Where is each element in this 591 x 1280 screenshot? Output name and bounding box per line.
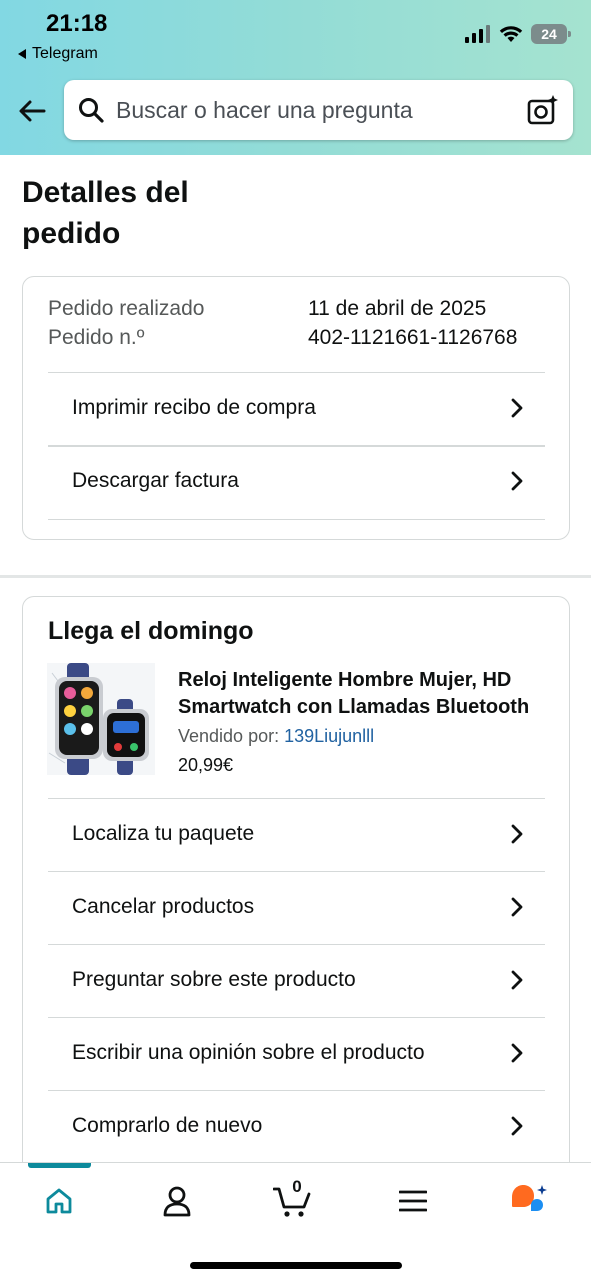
nav-home[interactable] (39, 1181, 79, 1221)
print-receipt-label: Imprimir recibo de compra (72, 396, 316, 419)
order-info-card: Pedido realizado 11 de abril de 2025 Ped… (22, 276, 570, 540)
product-title-link[interactable]: Reloj Inteligente Hombre Mujer, HD Smart… (178, 667, 548, 721)
ask-product-question-label: Preguntar sobre este producto (72, 968, 356, 991)
divider (48, 519, 545, 520)
search-input[interactable]: Buscar o hacer una pregunta (64, 80, 573, 140)
nav-menu[interactable] (393, 1181, 433, 1221)
menu-icon (399, 1190, 427, 1212)
chevron-right-icon (511, 897, 523, 917)
nav-rufus[interactable] (509, 1181, 549, 1221)
nav-cart[interactable]: 0 (273, 1177, 313, 1221)
nav-account[interactable] (157, 1181, 197, 1221)
search-icon (79, 98, 104, 123)
wifi-icon (499, 26, 523, 42)
product-title-line2: Smartwatch con Llamadas Bluetooth (178, 696, 530, 718)
order-placed-value: 11 de abril de 2025 (308, 297, 487, 320)
download-invoice-link[interactable]: Descargar factura (48, 445, 545, 517)
cart-count: 0 (292, 1177, 302, 1196)
product-image[interactable] (47, 663, 155, 775)
rufus-ai-icon (512, 1185, 547, 1211)
search-placeholder: Buscar o hacer una pregunta (116, 96, 413, 123)
camera-search-icon[interactable] (527, 94, 559, 126)
buy-again-label: Comprarlo de nuevo (72, 1114, 263, 1137)
back-arrow-icon[interactable] (16, 95, 48, 127)
chevron-right-icon (511, 824, 523, 844)
order-number-value: 402-1121661-1126768 (308, 326, 518, 349)
header: 21:18 Telegram 24 Buscar o hacer una pre… (0, 0, 591, 155)
shipment-card: Llega el domingo Reloj Inteligente Hombr… (22, 596, 570, 1196)
cancel-items-link[interactable]: Cancelar productos (48, 871, 545, 943)
back-to-app-link[interactable]: Telegram (18, 45, 98, 63)
product-title-line1: Reloj Inteligente Hombre Mujer, HD (178, 669, 512, 691)
status-icons: 24 (465, 24, 571, 44)
battery-indicator: 24 (531, 24, 571, 44)
section-separator (0, 575, 591, 578)
product-price: 20,99€ (178, 755, 234, 775)
account-icon (163, 1186, 191, 1217)
chevron-right-icon (511, 970, 523, 990)
write-review-link[interactable]: Escribir una opinión sobre el producto (48, 1017, 545, 1089)
order-placed-label: Pedido realizado (48, 297, 205, 320)
seller-link[interactable]: 139Liujunlll (284, 726, 374, 746)
print-receipt-link[interactable]: Imprimir recibo de compra (48, 372, 545, 444)
download-invoice-label: Descargar factura (72, 469, 239, 492)
page-title: Detalles del pedido (22, 176, 189, 250)
cancel-items-label: Cancelar productos (72, 895, 255, 918)
home-icon (46, 1188, 72, 1214)
sold-by: Vendido por: 139Liujunlll (178, 726, 374, 747)
ask-product-question-link[interactable]: Preguntar sobre este producto (48, 944, 545, 1016)
track-package-link[interactable]: Localiza tu paquete (48, 798, 545, 870)
nav-active-indicator (28, 1163, 91, 1168)
buy-again-link[interactable]: Comprarlo de nuevo (48, 1090, 545, 1162)
back-app-label: Telegram (32, 45, 98, 62)
track-package-label: Localiza tu paquete (72, 822, 255, 845)
status-time: 21:18 (46, 10, 108, 37)
write-review-label: Escribir una opinión sobre el producto (72, 1041, 425, 1064)
signal-icon (465, 25, 490, 43)
delivery-status-title: Llega el domingo (48, 617, 254, 645)
sold-by-label: Vendido por: (178, 726, 280, 746)
chevron-right-icon (511, 398, 523, 418)
back-triangle-icon (18, 49, 26, 59)
chevron-right-icon (511, 471, 523, 491)
chevron-right-icon (511, 1043, 523, 1063)
chevron-right-icon (511, 1116, 523, 1136)
home-indicator (190, 1262, 402, 1269)
order-number-label: Pedido n.º (48, 326, 145, 349)
